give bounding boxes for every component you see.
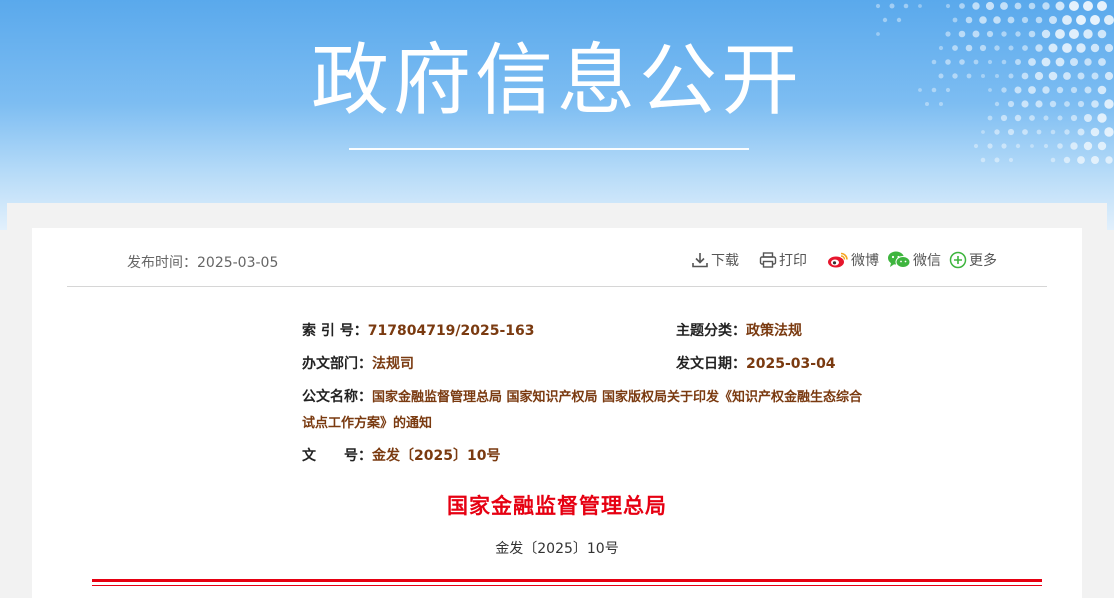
topic-field: 主题分类：政策法规 <box>676 318 802 344</box>
index-number-label: 索 引 号： <box>302 323 368 339</box>
share-wechat-button[interactable]: 微信 <box>887 250 941 270</box>
download-icon <box>692 253 708 268</box>
print-button[interactable]: 打印 <box>759 250 807 270</box>
index-number-field: 索 引 号：717804719/2025-163 <box>302 318 535 344</box>
wechat-label: 微信 <box>913 253 941 269</box>
banner-title: 政府信息公开 <box>310 36 803 126</box>
document-number-field: 文 号：金发〔2025〕10号 <box>302 443 500 469</box>
share-toolbar: 下载 打印 微博 微信 更多 <box>671 250 997 270</box>
department-field: 办文部门：法规司 <box>302 351 414 377</box>
document-name-field: 公文名称：国家金融监督管理总局 国家知识产权局 国家版权局关于印发《知识产权金融… <box>302 384 867 437</box>
issue-date-field: 发文日期：2025-03-04 <box>676 351 836 377</box>
print-label: 打印 <box>779 253 807 269</box>
more-label: 更多 <box>969 253 997 269</box>
document-number-heading: 金发〔2025〕10号 <box>495 541 619 557</box>
weibo-icon <box>828 252 848 268</box>
issue-date-label: 发文日期： <box>676 356 746 372</box>
article-meta-bar: 发布时间：2025-03-05 下载 打印 微博 微信 更多 <box>67 240 1047 287</box>
banner-underline <box>349 148 749 150</box>
document-name-value: 国家金融监督管理总局 国家知识产权局 国家版权局关于印发《知识产权金融生态综合试… <box>302 390 863 431</box>
document-number-value: 金发〔2025〕10号 <box>372 448 501 464</box>
department-label: 办文部门： <box>302 356 372 372</box>
more-share-button[interactable]: 更多 <box>949 250 997 270</box>
document-number-label: 文 号： <box>302 448 372 464</box>
publish-time: 发布时间：2025-03-05 <box>127 255 279 271</box>
issue-date-value: 2025-03-04 <box>746 356 836 372</box>
red-header-rule <box>92 579 1042 582</box>
printer-icon <box>759 252 777 268</box>
document-name-label: 公文名称： <box>302 389 372 405</box>
index-number-value: 717804719/2025-163 <box>367 323 535 339</box>
topic-value: 政策法规 <box>746 323 802 339</box>
weibo-label: 微博 <box>851 253 879 269</box>
header-banner: 政府信息公开 <box>0 0 1114 230</box>
department-value: 法规司 <box>372 356 414 372</box>
topic-label: 主题分类： <box>676 323 746 339</box>
download-button[interactable]: 下载 <box>691 250 739 270</box>
share-weibo-button[interactable]: 微博 <box>827 250 879 270</box>
red-header-rule-thin <box>92 585 1042 586</box>
plus-circle-icon <box>949 251 967 269</box>
wechat-icon <box>888 251 911 268</box>
download-label: 下载 <box>711 253 739 269</box>
issuing-authority-title: 国家金融监督管理总局 <box>447 494 667 518</box>
